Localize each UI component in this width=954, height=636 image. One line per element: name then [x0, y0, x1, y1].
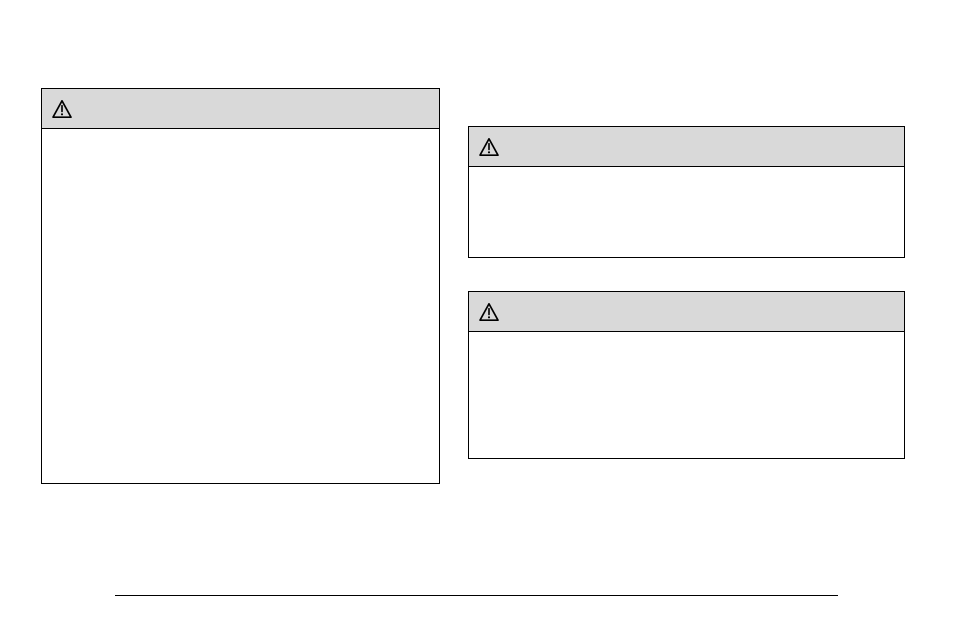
warning-box-left — [41, 88, 440, 484]
warning-box-header — [469, 127, 904, 167]
warning-box-header — [42, 89, 439, 129]
warning-box-right-top — [468, 126, 905, 258]
warning-icon — [479, 138, 499, 156]
page — [0, 0, 954, 636]
warning-box-right-bottom — [468, 291, 905, 459]
warning-icon — [52, 100, 72, 118]
horizontal-rule — [115, 595, 838, 596]
warning-icon — [479, 303, 499, 321]
warning-box-header — [469, 292, 904, 332]
